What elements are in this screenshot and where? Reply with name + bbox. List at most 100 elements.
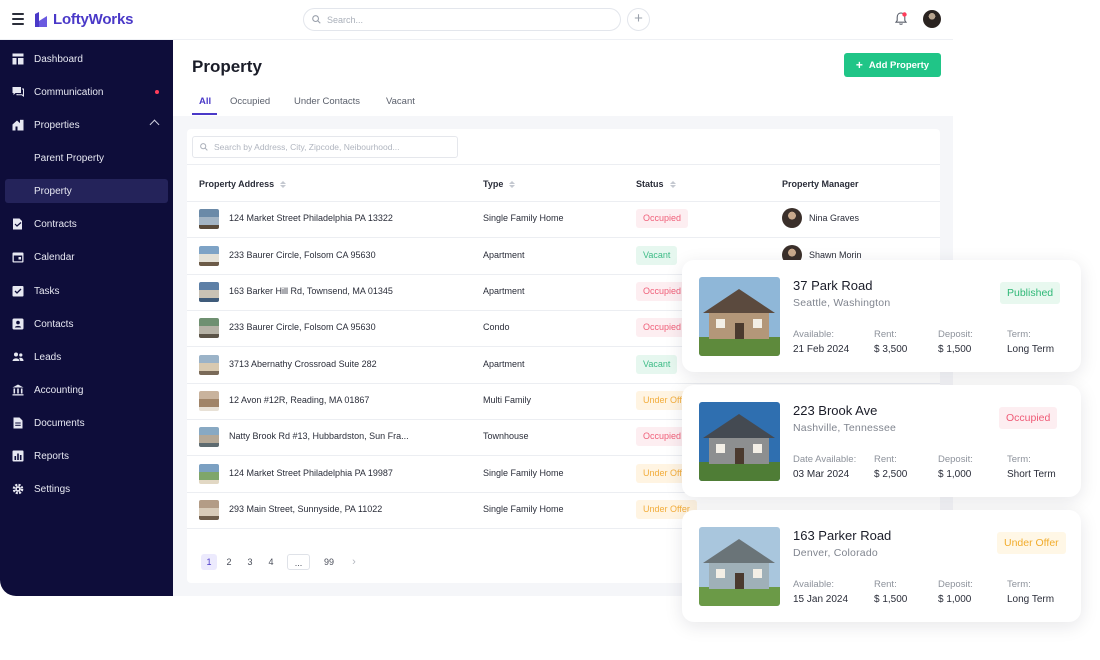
sidebar-item-accounting[interactable]: Accounting <box>0 378 173 402</box>
sidebar-item-label: Reports <box>34 450 70 462</box>
available-value: 21 Feb 2024 <box>793 344 850 355</box>
manager-cell: Nina Graves <box>809 213 860 223</box>
next-page-chevron-icon[interactable]: › <box>347 554 361 570</box>
column-header-status[interactable]: Status <box>636 179 676 189</box>
deposit-label: Deposit: <box>938 329 973 340</box>
manager-cell: Shawn Morin <box>809 250 862 260</box>
listing-address: 223 Brook Ave <box>793 403 878 418</box>
page-4-button[interactable]: 4 <box>263 554 279 570</box>
bell-icon[interactable] <box>893 11 909 27</box>
sidebar-item-calendar[interactable]: Calendar <box>0 245 173 269</box>
available-label: Available: <box>793 329 835 340</box>
address-cell[interactable]: 124 Market Street Philadelphia PA 19987 <box>229 468 393 478</box>
top-bar: LoftyWorks + <box>0 0 953 40</box>
sidebar-item-parent-property[interactable]: Parent Property <box>0 146 173 170</box>
sort-icon[interactable] <box>509 180 516 188</box>
table-row[interactable]: 124 Market Street Philadelphia PA 13322 S… <box>187 201 940 238</box>
address-cell[interactable]: 3713 Abernathy Crossroad Suite 282 <box>229 359 377 369</box>
status-badge: Vacant <box>636 355 678 374</box>
deposit-value: $ 1,000 <box>938 469 972 480</box>
sidebar-item-label: Settings <box>34 483 71 495</box>
address-cell[interactable]: Natty Brook Rd #13, Hubbardston, Sun Fra… <box>229 431 409 441</box>
page-ellipsis[interactable]: ... <box>287 554 310 570</box>
menu-icon[interactable] <box>12 13 24 25</box>
page-3-button[interactable]: 3 <box>242 554 258 570</box>
listing-status-badge: Occupied <box>999 407 1058 429</box>
address-cell[interactable]: 233 Baurer Circle, Folsom CA 95630 <box>229 322 376 332</box>
sidebar-item-reports[interactable]: Reports <box>0 444 173 468</box>
property-thumbnail <box>199 355 219 375</box>
logo[interactable]: LoftyWorks <box>34 11 133 28</box>
address-cell[interactable]: 12 Avon #12R, Reading, MA 01867 <box>229 395 369 405</box>
property-thumbnail <box>199 246 219 266</box>
term-label: Term: <box>1007 329 1031 340</box>
rent-label: Rent: <box>874 579 897 590</box>
column-header-address[interactable]: Property Address <box>199 179 287 189</box>
plus-icon: + <box>855 58 863 72</box>
sidebar-item-dashboard[interactable]: Dashboard <box>0 47 173 71</box>
sidebar-item-contracts[interactable]: Contracts <box>0 212 173 236</box>
tab-under-contacts[interactable]: Under Contacts <box>294 96 360 107</box>
sidebar-item-tasks[interactable]: Tasks <box>0 279 173 303</box>
sidebar: Dashboard Communication Properties Paren… <box>0 40 173 596</box>
property-photo <box>699 277 780 356</box>
page-header: Property + Add Property All Occupied Und… <box>173 40 953 116</box>
global-search[interactable] <box>303 8 621 31</box>
status-badge: Occupied <box>636 318 689 337</box>
sidebar-item-settings[interactable]: Settings <box>0 477 173 501</box>
listing-card[interactable]: 37 Park Road Seattle, Washington Published… <box>682 260 1081 372</box>
address-cell[interactable]: 233 Baurer Circle, Folsom CA 95630 <box>229 250 376 260</box>
property-thumbnail <box>199 427 219 447</box>
page-1-button[interactable]: 1 <box>201 554 217 570</box>
contacts-icon <box>12 318 24 330</box>
tab-vacant[interactable]: Vacant <box>386 96 415 107</box>
listing-city: Nashville, Tennessee <box>793 422 897 434</box>
column-header-type[interactable]: Type <box>483 179 516 189</box>
sort-icon[interactable] <box>669 180 676 188</box>
sidebar-item-label: Contacts <box>34 318 74 330</box>
contract-icon <box>13 218 22 230</box>
table-search-input[interactable] <box>214 142 454 152</box>
add-property-button[interactable]: + Add Property <box>844 53 941 77</box>
sidebar-item-communication[interactable]: Communication <box>0 80 173 104</box>
address-cell[interactable]: 163 Barker Hill Rd, Townsend, MA 01345 <box>229 286 393 296</box>
property-thumbnail <box>199 318 219 338</box>
chevron-up-icon[interactable] <box>149 119 160 130</box>
type-cell: Single Family Home <box>483 504 564 514</box>
sort-icon[interactable] <box>280 180 287 188</box>
property-photo <box>699 402 780 481</box>
sidebar-item-documents[interactable]: Documents <box>0 411 173 435</box>
rent-value: $ 2,500 <box>874 469 908 480</box>
property-photo <box>699 527 780 606</box>
deposit-label: Deposit: <box>938 454 973 465</box>
sidebar-item-property[interactable]: Property <box>5 179 168 203</box>
sidebar-item-properties[interactable]: Properties <box>0 113 173 137</box>
divider <box>187 164 940 165</box>
logo-icon <box>35 11 47 27</box>
global-search-input[interactable] <box>327 14 607 25</box>
tab-occupied[interactable]: Occupied <box>230 96 270 107</box>
sidebar-item-leads[interactable]: Leads <box>0 345 173 369</box>
sidebar-item-label: Accounting <box>34 384 84 396</box>
property-thumbnail <box>199 391 219 411</box>
address-cell[interactable]: 124 Market Street Philadelphia PA 13322 <box>229 213 393 223</box>
chat-icon <box>12 87 24 98</box>
manager-avatar <box>782 208 802 228</box>
dashboard-icon <box>12 53 24 65</box>
sidebar-item-label: Dashboard <box>34 53 83 65</box>
listing-card[interactable]: 163 Parker Road Denver, Colorado Under Off… <box>682 510 1081 622</box>
user-avatar[interactable] <box>923 10 941 28</box>
listing-status-badge: Published <box>1000 282 1061 304</box>
listing-address: 163 Parker Road <box>793 528 892 543</box>
quick-add-button[interactable]: + <box>627 8 650 31</box>
address-cell[interactable]: 293 Main Street, Sunnyside, PA 11022 <box>229 504 382 514</box>
property-thumbnail <box>199 500 219 520</box>
table-search[interactable] <box>192 136 458 158</box>
page-99-button[interactable]: 99 <box>318 554 340 570</box>
type-cell: Townhouse <box>483 431 529 441</box>
listing-card[interactable]: 223 Brook Ave Nashville, Tennessee Occupie… <box>682 385 1081 497</box>
tab-all[interactable]: All <box>199 96 211 107</box>
reports-icon <box>12 450 24 462</box>
sidebar-item-contacts[interactable]: Contacts <box>0 312 173 336</box>
page-2-button[interactable]: 2 <box>221 554 237 570</box>
